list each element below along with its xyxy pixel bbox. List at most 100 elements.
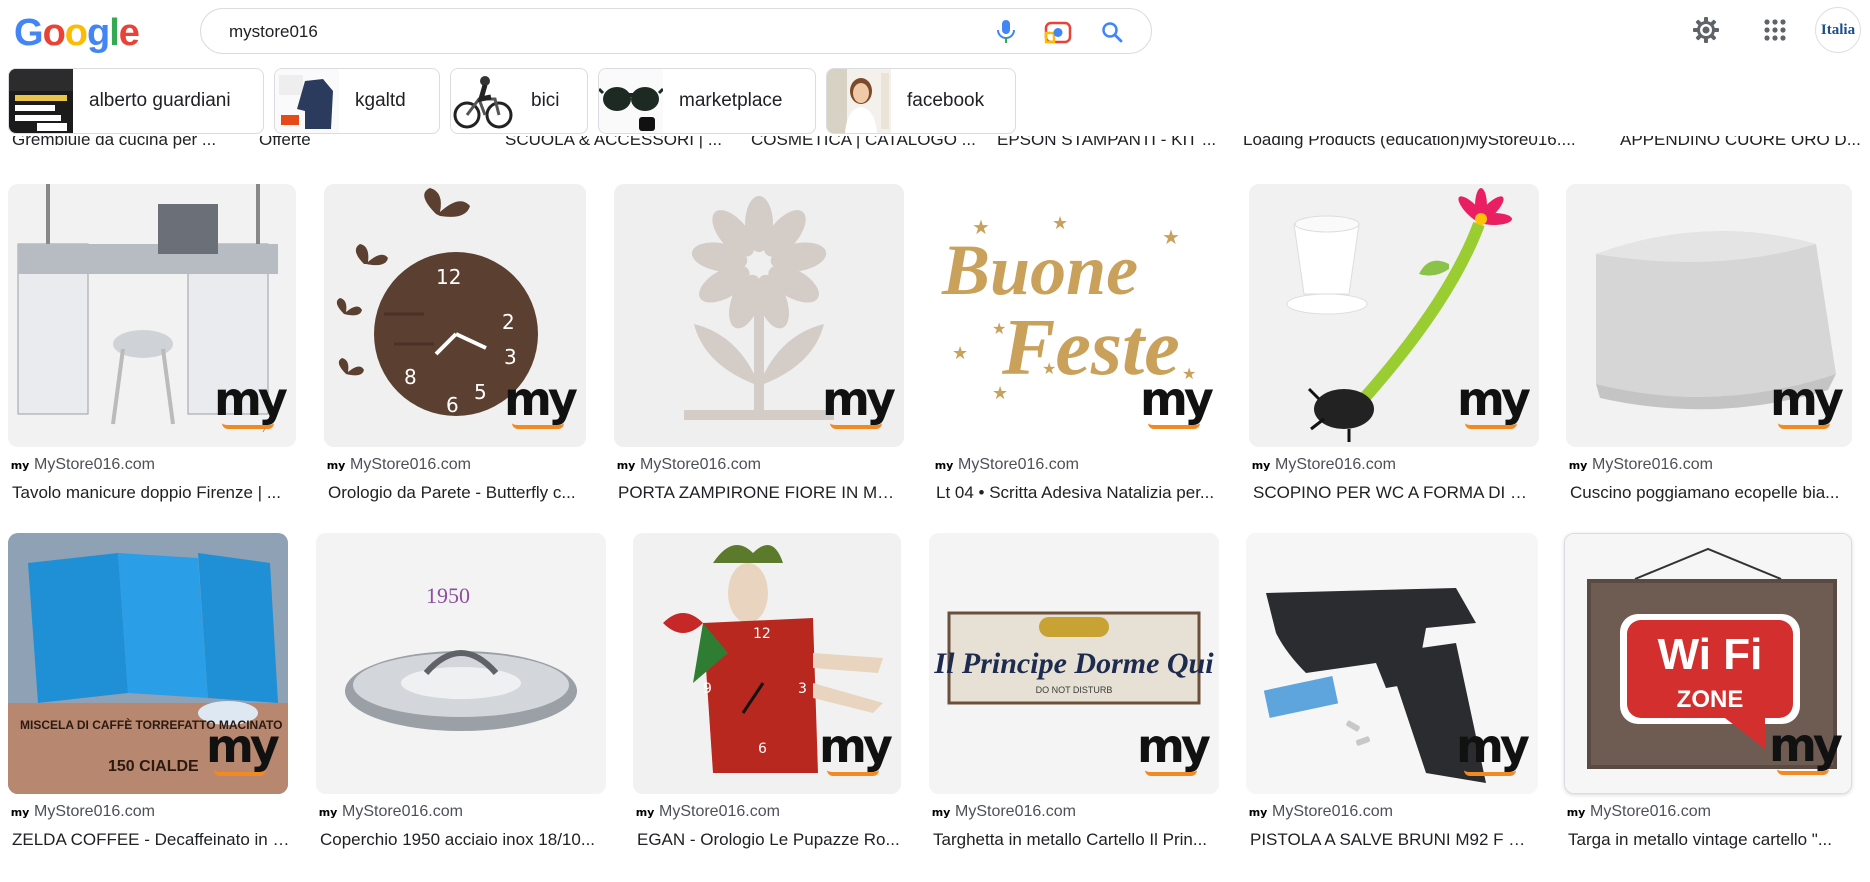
svg-text:★: ★: [992, 321, 1006, 338]
result-source[interactable]: my MyStore016.com: [11, 456, 155, 474]
result-thumbnail[interactable]: MISCELA DI CAFFÈ TORREFATTO MACINATO 150…: [8, 533, 288, 794]
chip-kgaltd[interactable]: kgaltd: [274, 68, 440, 134]
result-title[interactable]: APPENDINO CUORE ORO D...: [1620, 136, 1861, 150]
svg-text:★: ★: [1162, 227, 1180, 249]
mystore-favicon-icon: my: [635, 805, 655, 819]
result-title[interactable]: Offerte: [259, 136, 311, 150]
chip-alberto-guardiani[interactable]: alberto guardiani: [8, 68, 264, 134]
svg-text:3: 3: [798, 681, 807, 697]
svg-text:9: 9: [703, 681, 712, 697]
search-icon[interactable]: [1097, 17, 1127, 47]
svg-text:12: 12: [436, 265, 461, 289]
mystore-favicon-icon: my: [1566, 805, 1586, 819]
result-thumbnail[interactable]: my: [614, 184, 904, 447]
result-source[interactable]: my MyStore016.com: [1566, 803, 1711, 821]
wifi-text: Wi Fi: [1658, 630, 1763, 679]
result-title[interactable]: Tavolo manicure doppio Firenze | ...: [12, 483, 292, 503]
mystore-favicon-icon: my: [1248, 805, 1268, 819]
chip-bici[interactable]: bici: [450, 68, 588, 134]
result-thumbnail[interactable]: 12 2 3 56 8 my: [324, 184, 586, 447]
sign-subtext: DO NOT DISTURB: [1036, 685, 1113, 695]
chip-label: bici: [531, 90, 560, 111]
chip-label: kgaltd: [355, 90, 406, 111]
chip-thumbnail-image: [9, 69, 73, 133]
microphone-icon[interactable]: [991, 17, 1021, 47]
chip-label: facebook: [907, 90, 985, 111]
mystore-watermark-icon: my: [206, 723, 280, 784]
logo-letter: l: [109, 12, 120, 54]
chip-label: alberto guardiani: [89, 90, 231, 111]
result-thumbnail[interactable]: 1950: [316, 533, 606, 794]
result-title[interactable]: Lt 04 • Scritta Adesiva Natalizia per...: [936, 483, 1220, 503]
result-title[interactable]: PORTA ZAMPIRONE FIORE IN MET...: [618, 483, 902, 503]
mystore-favicon-icon: my: [931, 805, 951, 819]
result-thumbnail[interactable]: my: [1249, 184, 1539, 447]
coffee-box-count: 150 CIALDE: [108, 758, 199, 775]
result-title[interactable]: Targa in metallo vintage cartello "...: [1568, 830, 1852, 850]
result-source[interactable]: my MyStore016.com: [327, 456, 471, 474]
result-source[interactable]: my MyStore016.com: [635, 803, 780, 821]
result-thumbnail[interactable]: my: [1246, 533, 1538, 794]
result-title[interactable]: Grembiule da cucina per ...: [12, 136, 216, 150]
mystore-watermark-icon: my: [1770, 376, 1844, 437]
result-source[interactable]: my MyStore016.com: [1568, 456, 1713, 474]
buone-text: Buone: [941, 230, 1138, 310]
result-source[interactable]: my MyStore016.com: [935, 456, 1079, 474]
svg-text:★: ★: [1052, 213, 1068, 233]
result-title[interactable]: Coperchio 1950 acciaio inox 18/10...: [320, 830, 604, 850]
svg-text:★: ★: [972, 217, 990, 239]
result-thumbnail[interactable]: Wi Fi ZONE my: [1564, 533, 1852, 794]
account-avatar[interactable]: Italia: [1815, 7, 1861, 53]
result-source[interactable]: my MyStore016.com: [1248, 803, 1393, 821]
svg-text:6: 6: [758, 741, 767, 757]
mystore-favicon-icon: my: [1568, 458, 1588, 472]
result-title[interactable]: SCOPINO PER WC A FORMA DI FIO...: [1253, 483, 1537, 503]
brand-1950-text: 1950: [426, 583, 470, 608]
result-thumbnail[interactable]: Il Principe Dorme Qui DO NOT DISTURB my: [929, 533, 1219, 794]
mystore-watermark-icon: my: [1769, 722, 1843, 783]
result-source[interactable]: my MyStore016.com: [318, 803, 463, 821]
result-source[interactable]: my MyStore016.com: [1252, 456, 1396, 474]
mystore-watermark-icon: my: [819, 723, 893, 784]
mystore-favicon-icon: my: [318, 805, 338, 819]
result-source[interactable]: my MyStore016.com: [617, 456, 761, 474]
chip-marketplace[interactable]: marketplace: [598, 68, 816, 134]
svg-text:5: 5: [474, 380, 487, 404]
result-source[interactable]: my MyStore016.com: [931, 803, 1076, 821]
result-title[interactable]: Cuscino poggiamano ecopelle bia...: [1570, 483, 1854, 503]
logo-letter: G: [14, 12, 44, 54]
chip-label: marketplace: [679, 90, 783, 111]
chip-facebook[interactable]: facebook: [826, 68, 1016, 134]
result-thumbnail[interactable]: my: [1566, 184, 1852, 447]
result-title[interactable]: EGAN - Orologio Le Pupazze Ro...: [637, 830, 905, 850]
chip-thumbnail-image: [599, 69, 663, 133]
result-title[interactable]: Loading Products (education)MyStore016..…: [1243, 136, 1576, 150]
result-thumbnail[interactable]: Buone Feste ★ ★ ★ ★ ★ ★ ★ ★ my: [932, 184, 1222, 447]
result-title[interactable]: COSMETICA | CATALOGO ...: [751, 136, 976, 150]
result-thumbnail[interactable]: 12 9 3 6 my: [633, 533, 901, 794]
svg-text:2: 2: [502, 310, 515, 334]
result-title[interactable]: PISTOLA A SALVE BRUNI M92 F CA...: [1250, 830, 1534, 850]
camera-lens-icon[interactable]: [1043, 17, 1073, 47]
result-thumbnail[interactable]: my: [8, 184, 296, 447]
search-input[interactable]: [229, 19, 949, 45]
apps-grid-icon[interactable]: [1755, 10, 1795, 50]
result-title[interactable]: EPSON STAMPANTI - KIT ...: [997, 136, 1216, 150]
mystore-watermark-icon: my: [822, 376, 896, 437]
result-source[interactable]: my MyStore016.com: [10, 803, 155, 821]
header: Google mystore016 Italia: [0, 0, 1870, 62]
mystore-favicon-icon: my: [10, 805, 30, 819]
mystore-watermark-icon: my: [1140, 376, 1214, 437]
next-row-edge: [0, 878, 1870, 882]
search-box: [200, 8, 1152, 54]
logo-letter: o: [42, 12, 66, 54]
result-title[interactable]: SCUOLA & ACCESSORI | ...: [505, 136, 722, 150]
chip-thumbnail-image: [451, 69, 515, 133]
result-title[interactable]: ZELDA COFFEE - Decaffeinato in c...: [12, 830, 292, 850]
google-logo[interactable]: Google: [14, 12, 140, 55]
settings-gear-icon[interactable]: [1686, 10, 1726, 50]
result-title[interactable]: Targhetta in metallo Cartello Il Prin...: [933, 830, 1217, 850]
avatar-label: Italia: [1820, 21, 1856, 38]
result-title[interactable]: Orologio da Parete - Butterfly c...: [328, 483, 584, 503]
svg-text:★: ★: [1042, 361, 1056, 378]
